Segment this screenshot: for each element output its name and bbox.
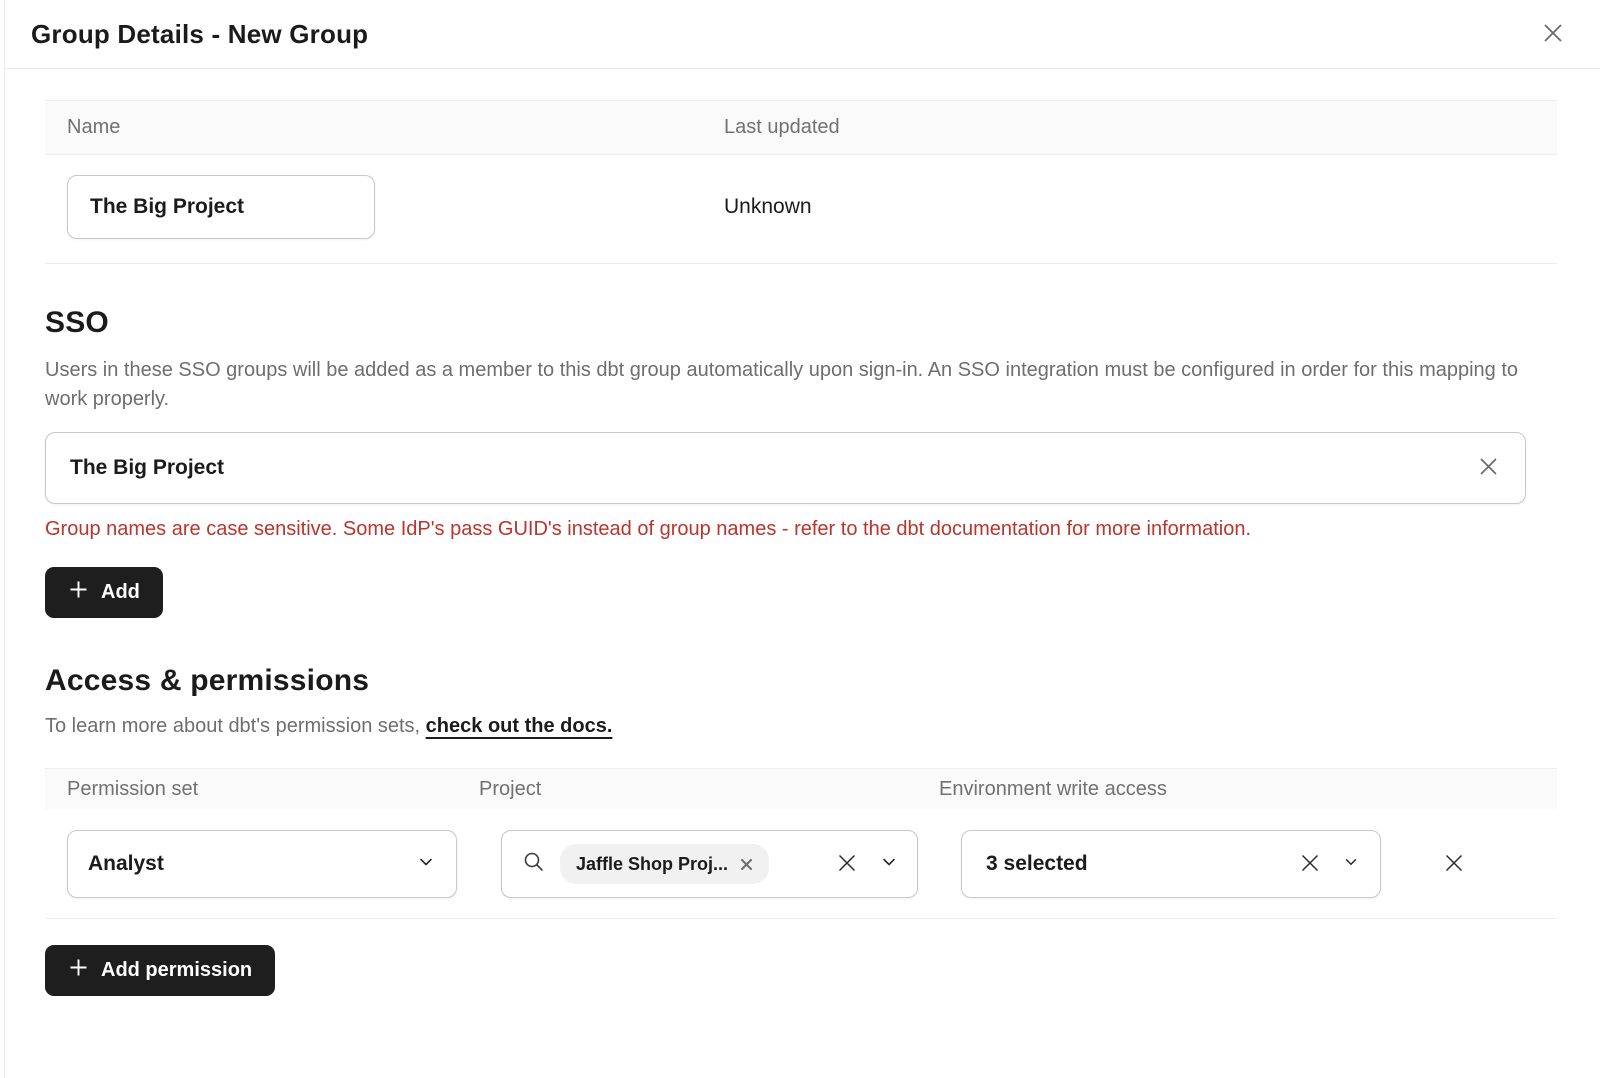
chevron-down-icon <box>879 852 899 877</box>
access-permissions-heading: Access & permissions <box>45 664 1557 698</box>
chip-remove-icon[interactable] <box>740 858 753 871</box>
permissions-table: Permission set Project Environment write… <box>45 768 1557 919</box>
sso-group-input[interactable] <box>70 456 1472 480</box>
permissions-description-text: To learn more about dbt's permission set… <box>45 715 426 737</box>
group-name-table: Name Last updated Unknown <box>45 100 1557 264</box>
table-row: Unknown <box>45 155 1557 264</box>
column-header-last-updated: Last updated <box>724 116 1557 139</box>
add-sso-group-button[interactable]: Add <box>45 567 163 618</box>
access-permissions-section: Access & permissions To learn more about… <box>45 664 1557 996</box>
add-permission-button[interactable]: Add permission <box>45 945 275 996</box>
sso-clear-button[interactable] <box>1472 450 1505 486</box>
permissions-description: To learn more about dbt's permission set… <box>45 715 1557 738</box>
delete-permission-row-button[interactable] <box>1437 846 1471 883</box>
permission-row: Analyst Jaffle Shop Proj... <box>45 809 1557 919</box>
sso-heading: SSO <box>45 306 1557 340</box>
column-header-name: Name <box>45 116 724 139</box>
chevron-down-icon <box>1342 853 1360 876</box>
group-name-input[interactable] <box>67 175 375 239</box>
last-updated-value: Unknown <box>724 195 1557 219</box>
project-chip-label: Jaffle Shop Proj... <box>576 854 728 875</box>
chevron-down-icon <box>416 852 436 877</box>
project-combobox[interactable]: Jaffle Shop Proj... <box>501 830 918 898</box>
sso-section: SSO Users in these SSO groups will be ad… <box>45 306 1557 618</box>
search-icon <box>522 850 546 879</box>
permissions-table-header: Permission set Project Environment write… <box>45 768 1557 809</box>
project-chip: Jaffle Shop Proj... <box>560 844 769 884</box>
plus-icon <box>68 579 89 606</box>
environment-selected-value: 3 selected <box>986 852 1088 876</box>
clear-x-icon <box>1476 454 1501 482</box>
clear-x-icon <box>835 851 859 878</box>
clear-x-icon <box>1298 851 1322 878</box>
group-details-modal: Group Details - New Group Name Last upda… <box>4 0 1600 1078</box>
modal-title: Group Details - New Group <box>31 19 368 50</box>
add-permission-button-label: Add permission <box>101 959 252 982</box>
close-icon <box>1540 20 1566 49</box>
permission-set-value: Analyst <box>88 852 164 876</box>
sso-group-field <box>45 432 1526 504</box>
close-button[interactable] <box>1536 16 1570 53</box>
column-header-permission-set: Permission set <box>45 778 479 801</box>
project-clear-button[interactable] <box>831 847 863 882</box>
sso-helper-text: Group names are case sensitive. Some IdP… <box>45 518 1557 541</box>
permission-set-select[interactable]: Analyst <box>67 830 457 898</box>
environment-write-access-select[interactable]: 3 selected <box>961 830 1381 898</box>
modal-header: Group Details - New Group <box>5 0 1600 69</box>
sso-description: Users in these SSO groups will be added … <box>45 356 1520 414</box>
environment-clear-button[interactable] <box>1294 847 1326 882</box>
plus-icon <box>68 957 89 984</box>
column-header-project: Project <box>479 778 939 801</box>
delete-x-icon <box>1441 850 1467 879</box>
group-table-header: Name Last updated <box>45 100 1557 155</box>
docs-link[interactable]: check out the docs. <box>426 715 613 737</box>
column-header-environment-write-access: Environment write access <box>939 778 1557 801</box>
add-button-label: Add <box>101 581 140 604</box>
